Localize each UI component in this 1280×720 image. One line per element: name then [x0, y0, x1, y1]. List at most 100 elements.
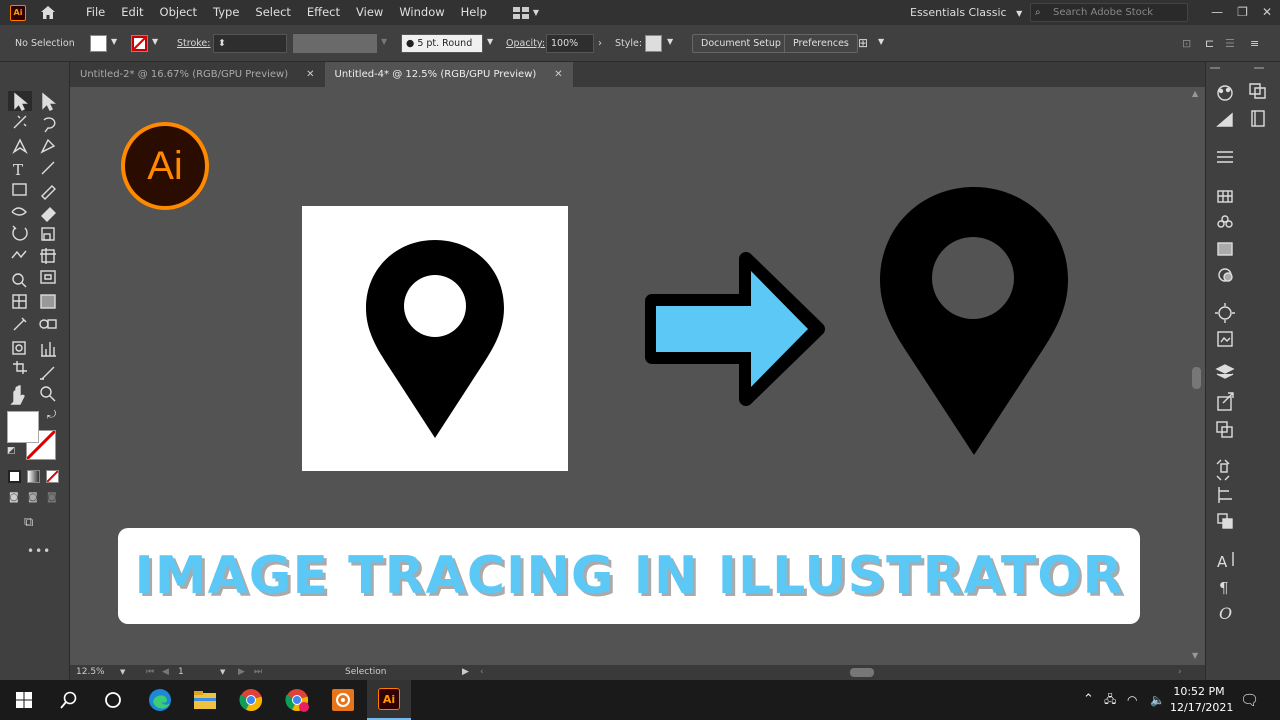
menu-view[interactable]: View	[348, 0, 391, 25]
horizontal-scroll-thumb[interactable]	[850, 668, 874, 677]
symbols-panel-icon[interactable]	[1215, 212, 1235, 232]
blend-tool-icon[interactable]	[36, 315, 58, 335]
mesh-tool-icon[interactable]	[8, 292, 30, 312]
paintbrush-tool-icon[interactable]	[36, 182, 58, 202]
network-icon[interactable]: 🖧	[1104, 680, 1116, 720]
opacity-label[interactable]: Opacity:	[506, 25, 545, 62]
system-clock[interactable]: 10:52 PM 12/17/2021	[1170, 684, 1233, 716]
stroke-swatch[interactable]	[131, 35, 148, 52]
stock-search-input[interactable]: ⌕ Search Adobe Stock	[1030, 3, 1188, 22]
panel-menu-icon[interactable]: ≡	[1250, 25, 1259, 62]
vertical-scroll-thumb[interactable]	[1192, 367, 1201, 389]
chevron-down-icon[interactable]: ▼	[487, 37, 497, 47]
lasso-tool-icon[interactable]	[36, 114, 58, 134]
menu-window[interactable]: Window	[391, 0, 452, 25]
swatches-panel-icon[interactable]	[1215, 187, 1235, 207]
chevron-down-icon[interactable]: ▼	[667, 37, 677, 47]
stroke-weight-field[interactable]: ⬍	[213, 34, 287, 53]
pen-tool-icon[interactable]	[8, 138, 30, 158]
asset-export-panel-icon[interactable]	[1215, 393, 1235, 413]
minimize-icon[interactable]: —	[1211, 0, 1223, 25]
pathfinder-panel-icon[interactable]	[1215, 511, 1235, 531]
swap-colors-icon[interactable]: ⤾	[47, 408, 56, 422]
graphic-styles-panel-icon[interactable]	[1215, 329, 1235, 349]
arrange-documents-button[interactable]: ▼	[512, 6, 539, 19]
zoom-tool-icon[interactable]	[36, 382, 58, 402]
column-graph-tool-icon[interactable]	[36, 338, 58, 358]
color-mode-icon[interactable]	[8, 470, 21, 483]
free-transform-tool-icon[interactable]	[36, 248, 58, 268]
edge-browser-icon[interactable]	[138, 680, 182, 720]
chevron-down-icon[interactable]: ▼	[220, 665, 225, 680]
color-panel-icon[interactable]	[1215, 83, 1235, 103]
speaker-icon[interactable]: 🔈	[1150, 680, 1165, 720]
tab-untitled-4[interactable]: Untitled-4* @ 12.5% (RGB/GPU Preview) ✕	[324, 62, 573, 87]
menu-effect[interactable]: Effect	[299, 0, 348, 25]
panel-options-icon[interactable]: ☰	[1225, 25, 1235, 62]
chevron-down-icon[interactable]: ▼	[1192, 651, 1198, 660]
chevron-down-icon[interactable]: ▼	[152, 37, 162, 47]
status-menu-icon[interactable]: ▶	[462, 665, 469, 680]
slice-tool-icon[interactable]	[36, 360, 58, 380]
restore-icon[interactable]: ❐	[1237, 0, 1248, 25]
variable-width-profile[interactable]	[293, 34, 377, 53]
file-explorer-icon[interactable]	[183, 680, 227, 720]
gradient-panel-icon[interactable]	[1215, 239, 1235, 259]
task-view-icon[interactable]	[91, 680, 135, 720]
screen-mode-icon[interactable]: ⧉	[24, 515, 33, 530]
rotate-tool-icon[interactable]	[8, 226, 30, 246]
appearance-panel-icon[interactable]	[1215, 303, 1235, 323]
transform-panel-icon[interactable]	[1215, 460, 1235, 480]
line-tool-icon[interactable]	[36, 160, 58, 180]
eyedropper-tool-icon[interactable]	[8, 315, 30, 335]
selection-tool-icon[interactable]	[8, 91, 30, 111]
opentype-panel-icon[interactable]	[1215, 602, 1235, 622]
align-left-icon[interactable]: ⊏	[1205, 25, 1214, 62]
prev-artboard-icon[interactable]: ◀	[162, 665, 169, 680]
layers-panel-icon[interactable]	[1215, 362, 1235, 382]
fill-swatch[interactable]	[90, 35, 107, 52]
direct-selection-tool-icon[interactable]	[36, 91, 58, 111]
libraries-panel-icon[interactable]	[1248, 83, 1268, 103]
wifi-icon[interactable]: ◠	[1127, 680, 1137, 720]
edit-toolbar-icon[interactable]: •••	[27, 544, 51, 558]
transparency-panel-icon[interactable]	[1215, 265, 1235, 285]
perspective-grid-tool-icon[interactable]	[36, 270, 58, 290]
document-info-panel-icon[interactable]	[1248, 110, 1268, 130]
raster-image[interactable]	[302, 206, 568, 471]
document-setup-button[interactable]: Document Setup	[692, 34, 790, 53]
draw-normal-icon[interactable]: ◙	[9, 492, 19, 503]
chevron-down-icon[interactable]: ▼	[878, 37, 888, 47]
workspace-switcher[interactable]: Essentials Classic ▼	[910, 0, 1022, 26]
align-panel-icon[interactable]	[1215, 485, 1235, 505]
none-mode-icon[interactable]	[46, 470, 59, 483]
curvature-tool-icon[interactable]	[36, 138, 58, 158]
rectangle-tool-icon[interactable]	[8, 182, 30, 202]
first-artboard-icon[interactable]: ⏮	[146, 665, 154, 680]
illustrator-taskbar-icon[interactable]: Ai	[367, 680, 411, 720]
transform-icon[interactable]: ⊡	[1182, 25, 1191, 62]
magic-wand-tool-icon[interactable]	[8, 114, 30, 134]
next-artboard-icon[interactable]: ▶	[238, 665, 245, 680]
hand-tool-icon[interactable]	[8, 382, 30, 402]
menu-type[interactable]: Type	[205, 0, 247, 25]
menu-help[interactable]: Help	[453, 0, 495, 25]
align-icon[interactable]: ⊞	[858, 25, 868, 62]
close-icon[interactable]: ✕	[1262, 0, 1272, 25]
zoom-level[interactable]: 12.5%	[76, 665, 105, 680]
shape-builder-tool-icon[interactable]	[8, 270, 30, 290]
home-icon[interactable]	[38, 3, 58, 23]
chevron-right-icon[interactable]: ›	[598, 25, 602, 62]
opacity-field[interactable]: 100%	[546, 34, 594, 53]
brush-definition[interactable]: ● 5 pt. Round	[401, 34, 483, 53]
chrome-profile-browser-icon[interactable]	[275, 680, 319, 720]
close-icon[interactable]: ✕	[554, 62, 562, 87]
chrome-browser-icon[interactable]	[229, 680, 273, 720]
chevron-left-icon[interactable]: ‹	[480, 665, 484, 680]
artboard-tool-icon[interactable]	[8, 360, 30, 380]
graphic-style-swatch[interactable]	[645, 35, 662, 52]
default-colors-icon[interactable]: ◩	[7, 446, 16, 456]
artboards-panel-icon[interactable]	[1215, 419, 1235, 439]
artboard-number[interactable]: 1	[178, 665, 184, 680]
symbol-sprayer-tool-icon[interactable]	[8, 338, 30, 358]
